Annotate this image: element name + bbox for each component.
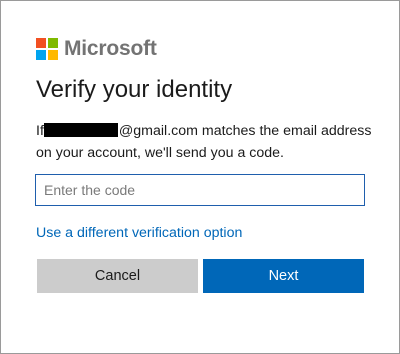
email-suffix: @gmail.com <box>118 123 198 139</box>
page-title: Verify your identity <box>36 76 233 103</box>
redacted-email-block <box>43 123 118 137</box>
different-verification-link[interactable]: Use a different verification option <box>36 225 242 241</box>
microsoft-squares-icon <box>36 38 58 60</box>
code-input[interactable] <box>35 174 365 206</box>
dialog-frame: Microsoft Verify your identity If @gmail.… <box>0 0 400 354</box>
microsoft-logo: Microsoft <box>36 37 157 61</box>
description-text: If @gmail.com matches the email address o… <box>36 120 376 164</box>
logo-square-yellow <box>48 50 58 60</box>
next-button[interactable]: Next <box>203 259 364 293</box>
description-prefix: If <box>36 123 44 139</box>
logo-square-blue <box>36 50 46 60</box>
brand-name: Microsoft <box>64 37 157 60</box>
cancel-button[interactable]: Cancel <box>37 259 198 293</box>
logo-square-green <box>48 38 58 48</box>
logo-square-red <box>36 38 46 48</box>
